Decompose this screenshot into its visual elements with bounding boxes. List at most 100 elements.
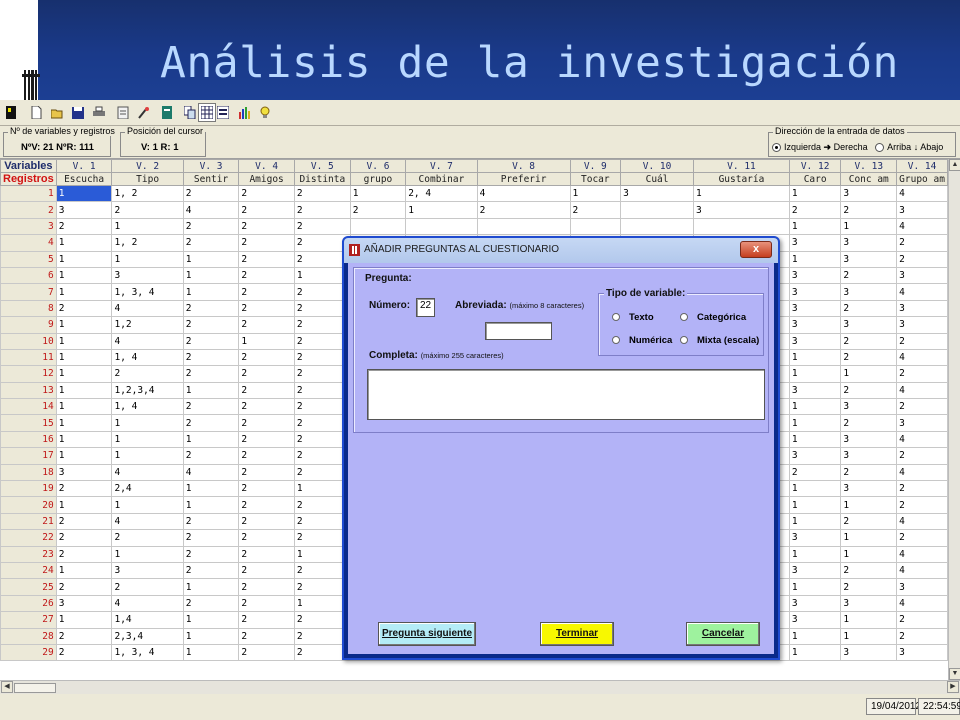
column-header-name[interactable]: grupo xyxy=(349,172,407,186)
scroll-up-icon[interactable]: ▲ xyxy=(949,159,960,171)
table-cell[interactable]: 4 xyxy=(182,201,240,219)
column-header-name[interactable]: Tipo xyxy=(111,172,184,186)
table-cell[interactable]: 4 xyxy=(896,594,948,613)
table-cell[interactable]: 1 xyxy=(111,545,184,563)
row-number[interactable]: 17 xyxy=(0,447,57,465)
column-header-id[interactable]: V. 4 xyxy=(238,159,295,173)
completa-textarea[interactable] xyxy=(367,369,765,420)
table-cell[interactable]: 2 xyxy=(182,217,240,236)
table-cell[interactable]: 2 xyxy=(238,627,295,645)
table-cell[interactable]: 2 xyxy=(55,512,113,531)
table-cell[interactable]: 1, 4 xyxy=(111,348,184,367)
table-cell[interactable]: 2 xyxy=(293,184,351,203)
scroll-right-icon[interactable]: ▶ xyxy=(947,681,959,693)
table-cell[interactable]: 2 xyxy=(293,201,351,219)
table-cell[interactable]: 2 xyxy=(182,447,240,465)
row-number[interactable]: 3 xyxy=(0,217,57,236)
table-cell[interactable]: 3 xyxy=(111,266,184,285)
table-cell[interactable]: 2 xyxy=(238,447,295,465)
table-cell[interactable]: 2 xyxy=(840,463,898,482)
table-cell[interactable]: 2 xyxy=(238,184,295,203)
table-cell[interactable]: 1 xyxy=(788,578,842,596)
table-cell[interactable]: 3 xyxy=(620,184,695,203)
column-header-name[interactable]: Tocar xyxy=(569,172,622,186)
option-numerica[interactable]: Numérica xyxy=(612,335,672,346)
table-cell[interactable]: 2 xyxy=(238,283,295,301)
table-cell[interactable]: 1 xyxy=(55,447,113,465)
table-cell[interactable]: 3 xyxy=(788,594,842,613)
table-cell[interactable]: 2 xyxy=(238,561,295,580)
table-cell[interactable]: 2 xyxy=(840,201,898,219)
table-cell[interactable]: 4 xyxy=(896,463,948,482)
copy-icon[interactable] xyxy=(181,103,199,122)
row-number[interactable]: 9 xyxy=(0,316,57,334)
column-header-name[interactable]: Sentir xyxy=(182,172,240,186)
table-cell[interactable]: 2 xyxy=(182,398,240,416)
app-icon[interactable] xyxy=(2,103,20,122)
column-header-id[interactable]: V. 12 xyxy=(788,159,842,173)
column-header-id[interactable]: V. 6 xyxy=(349,159,407,173)
column-header-id[interactable]: V. 1 xyxy=(55,159,113,173)
table-cell[interactable]: 2 xyxy=(55,578,113,596)
table-cell[interactable]: 3 xyxy=(788,283,842,301)
table-cell[interactable]: 2 xyxy=(293,217,351,236)
table-cell[interactable]: 3 xyxy=(693,201,790,219)
table-cell[interactable]: 2 xyxy=(788,463,842,482)
table-cell[interactable]: 2 xyxy=(238,250,295,268)
table-cell[interactable] xyxy=(405,217,478,236)
table-cell[interactable]: 3 xyxy=(111,561,184,580)
table-cell[interactable]: 4 xyxy=(476,184,571,203)
table-cell[interactable]: 2 xyxy=(182,184,240,203)
table-cell[interactable]: 1,4 xyxy=(111,611,184,629)
table-cell[interactable]: 2 xyxy=(238,594,295,613)
row-number[interactable]: 15 xyxy=(0,414,57,432)
table-cell[interactable]: 4 xyxy=(896,381,948,400)
direction-up-down-radio[interactable] xyxy=(875,143,885,153)
table-cell[interactable]: 1 xyxy=(788,496,842,514)
direction-left-right-radio[interactable] xyxy=(772,143,781,153)
column-header-name[interactable]: Combinar xyxy=(405,172,478,186)
table-cell[interactable]: 1, 2 xyxy=(111,234,184,252)
chart-icon[interactable] xyxy=(235,103,253,122)
column-header-id[interactable]: V. 8 xyxy=(476,159,571,173)
table-cell[interactable]: 1 xyxy=(111,217,184,236)
table-cell[interactable]: 1 xyxy=(55,250,113,268)
table-cell[interactable]: 4 xyxy=(182,463,240,482)
table-cell[interactable]: 2 xyxy=(238,512,295,531)
row-number[interactable]: 23 xyxy=(0,545,57,563)
table-cell[interactable]: 4 xyxy=(111,512,184,531)
table-cell[interactable]: 1 xyxy=(55,266,113,285)
table-cell[interactable]: 2 xyxy=(238,381,295,400)
new-icon[interactable] xyxy=(27,103,45,122)
save-icon[interactable] xyxy=(69,103,87,122)
table-cell[interactable]: 3 xyxy=(840,643,898,662)
table-cell[interactable]: 4 xyxy=(896,545,948,563)
table-cell[interactable]: 2 xyxy=(55,299,113,318)
scroll-down-icon[interactable]: ▼ xyxy=(949,668,960,680)
row-number[interactable]: 8 xyxy=(0,299,57,318)
table-cell[interactable]: 2 xyxy=(840,299,898,318)
table-cell[interactable]: 4 xyxy=(896,184,948,203)
table-cell[interactable]: 1 xyxy=(111,496,184,514)
column-header-name[interactable]: Grupo am xyxy=(896,172,948,186)
table-cell[interactable]: 2 xyxy=(840,512,898,531)
table-cell[interactable]: 2 xyxy=(182,545,240,563)
row-number[interactable]: 27 xyxy=(0,611,57,629)
table-cell[interactable]: 3 xyxy=(788,561,842,580)
table-cell[interactable]: 1 xyxy=(405,201,478,219)
table-cell[interactable]: 1 xyxy=(182,496,240,514)
table-cell[interactable]: 2 xyxy=(182,561,240,580)
table-cell[interactable]: 2 xyxy=(840,381,898,400)
table-cell[interactable]: 1 xyxy=(182,643,240,662)
row-number[interactable]: 20 xyxy=(0,496,57,514)
row-number[interactable]: 5 xyxy=(0,250,57,268)
table-cell[interactable]: 2 xyxy=(182,234,240,252)
vertical-scrollbar[interactable]: ▲ ▼ xyxy=(948,159,960,680)
table-cell[interactable]: 1 xyxy=(55,184,113,203)
column-header-name[interactable]: Conc am xyxy=(840,172,898,186)
table-cell[interactable]: 2 xyxy=(238,266,295,285)
table-cell[interactable]: 4 xyxy=(111,332,184,350)
table-cell[interactable] xyxy=(476,217,571,236)
table-cell[interactable]: 1, 3, 4 xyxy=(111,283,184,301)
table-cell[interactable]: 3 xyxy=(788,299,842,318)
